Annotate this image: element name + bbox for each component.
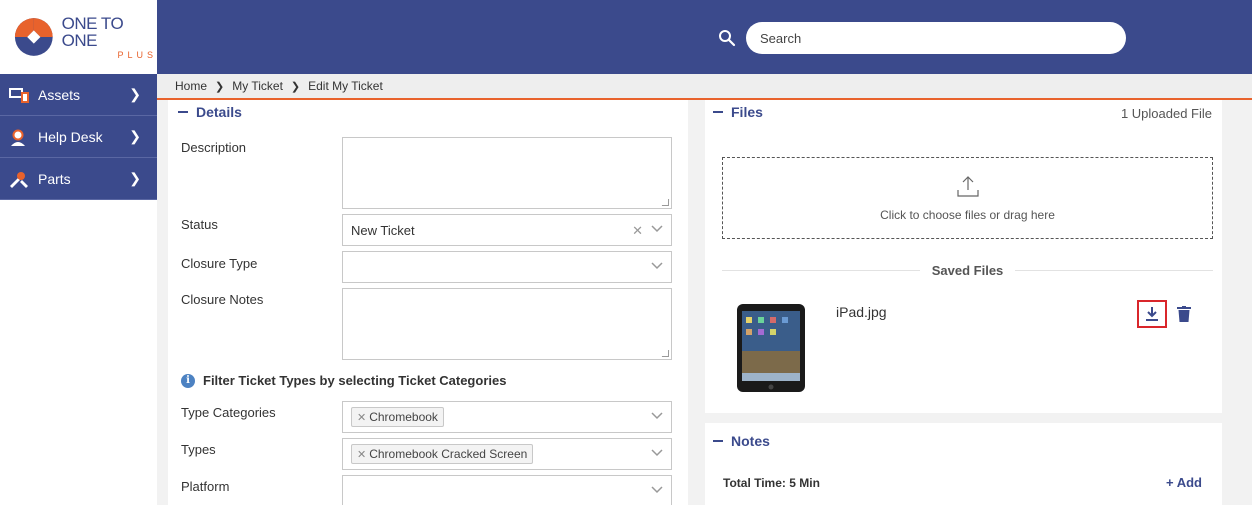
type-categories-select[interactable]: ✕ Chromebook xyxy=(342,401,672,433)
info-icon: i xyxy=(181,373,195,388)
brand-name: ONE TO ONE xyxy=(61,13,124,50)
types-label: Types xyxy=(181,442,216,457)
divider xyxy=(1015,270,1214,271)
sidebar-item-label: Assets xyxy=(38,86,81,103)
closure-notes-field[interactable] xyxy=(342,288,672,360)
chevron-right-icon: ❯ xyxy=(129,86,141,102)
chevron-down-icon[interactable] xyxy=(651,262,663,270)
closure-notes-label: Closure Notes xyxy=(181,292,264,307)
chevron-right-icon: ❯ xyxy=(215,80,225,93)
search-input[interactable] xyxy=(746,22,1126,54)
uploaded-count: 1 Uploaded File xyxy=(1120,106,1212,121)
platform-select[interactable] xyxy=(342,475,672,505)
details-header[interactable]: Details xyxy=(178,104,242,120)
details-panel: Details Description Status New Ticket ✕ … xyxy=(168,100,688,505)
breadcrumb-home[interactable]: Home xyxy=(175,79,207,93)
chevron-down-icon[interactable] xyxy=(651,486,663,494)
sidebar-item-parts[interactable]: Parts ❯ xyxy=(0,158,157,200)
clear-icon[interactable]: ✕ xyxy=(632,223,643,239)
trash-icon[interactable] xyxy=(1177,306,1191,322)
closure-type-select[interactable] xyxy=(342,251,672,283)
sidebar-item-assets[interactable]: Assets ❯ xyxy=(0,74,157,116)
divider xyxy=(722,270,920,271)
notes-panel: Notes Total Time: 5 Min + Add xyxy=(705,423,1222,505)
breadcrumb: Home ❯ My Ticket ❯ Edit My Ticket xyxy=(157,74,1252,100)
notes-header[interactable]: Notes xyxy=(713,433,770,449)
types-select[interactable]: ✕ Chromebook Cracked Screen xyxy=(342,438,672,470)
brand-sub: PLUS xyxy=(117,49,157,60)
collapse-icon xyxy=(713,440,723,442)
sidebar: Assets ❯ Help Desk ❯ Parts ❯ xyxy=(0,74,157,505)
file-dropzone[interactable]: Click to choose files or drag here xyxy=(722,157,1213,239)
parts-icon xyxy=(10,171,28,188)
type-chip: ✕ Chromebook Cracked Screen xyxy=(351,444,534,464)
assets-icon xyxy=(9,87,29,103)
status-select[interactable]: New Ticket ✕ xyxy=(342,214,672,246)
chevron-right-icon: ❯ xyxy=(129,128,141,144)
status-label: Status xyxy=(181,217,218,232)
sidebar-item-label: Help Desk xyxy=(38,128,103,145)
chip-label: Chromebook Cracked Screen xyxy=(369,447,528,461)
chevron-down-icon[interactable] xyxy=(651,412,663,420)
collapse-icon xyxy=(178,111,188,113)
category-chip: ✕ Chromebook xyxy=(351,407,444,427)
download-icon xyxy=(1146,307,1158,321)
status-value: New Ticket xyxy=(351,222,415,238)
search-bar xyxy=(718,22,1126,54)
filter-note-text: Filter Ticket Types by selecting Ticket … xyxy=(203,373,507,388)
logo-mark-icon xyxy=(14,18,53,56)
description-field[interactable] xyxy=(342,137,672,209)
chevron-down-icon[interactable] xyxy=(651,225,663,233)
top-header: ONE TO ONE PLUS xyxy=(0,0,1252,74)
logo[interactable]: ONE TO ONE PLUS xyxy=(0,0,157,74)
closure-type-label: Closure Type xyxy=(181,256,258,271)
dropzone-text: Click to choose files or drag here xyxy=(880,208,1055,222)
description-label: Description xyxy=(181,140,247,155)
details-title: Details xyxy=(196,104,242,120)
saved-files-title: Saved Files xyxy=(931,263,1004,278)
help-desk-icon xyxy=(11,129,25,146)
breadcrumb-my-ticket[interactable]: My Ticket xyxy=(232,79,283,93)
remove-chip-icon[interactable]: ✕ xyxy=(357,411,366,424)
notes-title: Notes xyxy=(731,433,770,449)
chip-label: Chromebook xyxy=(369,410,438,424)
sidebar-item-label: Parts xyxy=(38,170,71,187)
download-button[interactable] xyxy=(1137,300,1167,328)
add-note-button[interactable]: + Add xyxy=(1166,475,1202,490)
file-name[interactable]: iPad.jpg xyxy=(836,304,887,320)
search-icon[interactable] xyxy=(718,29,736,47)
platform-label: Platform xyxy=(181,479,230,494)
collapse-icon xyxy=(713,111,723,113)
file-thumbnail[interactable] xyxy=(736,303,806,393)
remove-chip-icon[interactable]: ✕ xyxy=(357,448,366,461)
logo-text: ONE TO ONE PLUS xyxy=(62,15,157,60)
chevron-down-icon[interactable] xyxy=(651,449,663,457)
saved-files-header: Saved Files xyxy=(722,263,1214,278)
type-categories-label: Type Categories xyxy=(181,405,276,420)
files-title: Files xyxy=(731,104,763,120)
sidebar-item-help-desk[interactable]: Help Desk ❯ xyxy=(0,116,157,158)
files-header[interactable]: Files xyxy=(713,104,763,120)
upload-icon xyxy=(956,176,979,197)
chevron-right-icon: ❯ xyxy=(290,80,301,93)
breadcrumb-current: Edit My Ticket xyxy=(308,79,383,93)
filter-note: i Filter Ticket Types by selecting Ticke… xyxy=(181,373,506,388)
files-panel: Files 1 Uploaded File Click to choose fi… xyxy=(705,100,1222,413)
chevron-right-icon: ❯ xyxy=(129,170,141,186)
total-time: Total Time: 5 Min xyxy=(723,476,820,490)
